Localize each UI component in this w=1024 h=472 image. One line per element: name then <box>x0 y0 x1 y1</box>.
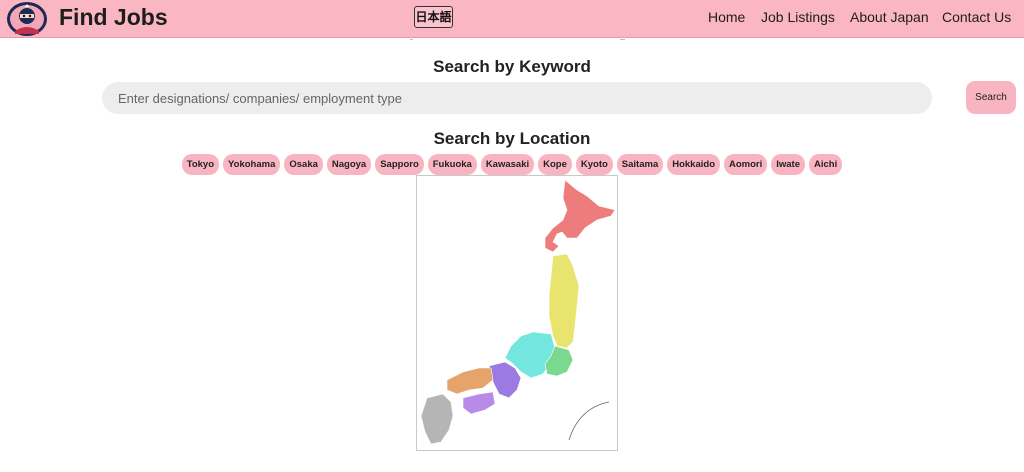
location-chip-iwate[interactable]: Iwate <box>771 154 806 175</box>
clipped-text-strip <box>0 39 1024 43</box>
okinawa-inset-arc <box>568 401 610 441</box>
location-chip-kawasaki[interactable]: Kawasaki <box>480 154 535 175</box>
location-chip-sapporo[interactable]: Sapporo <box>375 154 424 175</box>
location-chip-kyoto[interactable]: Kyoto <box>575 154 613 175</box>
location-chip-hokkaido[interactable]: Hokkaido <box>667 154 720 175</box>
location-chip-aomori[interactable]: Aomori <box>724 154 768 175</box>
location-chip-osaka[interactable]: Osaka <box>284 154 323 175</box>
location-chip-tokyo[interactable]: Tokyo <box>181 154 220 175</box>
japan-map[interactable] <box>416 175 618 451</box>
map-region-hokkaido[interactable] <box>544 179 616 253</box>
location-chip-kope[interactable]: Kope <box>538 154 572 175</box>
top-navbar: Find Jobs 日本語 Home Job Listings About Ja… <box>0 0 1024 38</box>
language-toggle-button[interactable]: 日本語 <box>414 6 453 28</box>
nav-job-listings-link[interactable]: Job Listings <box>761 9 835 25</box>
location-search-title: Search by Location <box>433 129 591 148</box>
nav-contact-us-link[interactable]: Contact Us <box>942 9 1011 25</box>
location-chip-fukuoka[interactable]: Fukuoka <box>427 154 477 175</box>
ninja-logo-icon[interactable] <box>6 1 48 37</box>
location-chip-saitama[interactable]: Saitama <box>616 154 664 175</box>
map-region-kyushu[interactable] <box>420 393 454 445</box>
site-title[interactable]: Find Jobs <box>59 4 168 31</box>
nav-home-link[interactable]: Home <box>708 9 745 25</box>
nav-about-japan-link[interactable]: About Japan <box>850 9 929 25</box>
location-chip-list: Tokyo Yokohama Osaka Nagoya Sapporo Fuku… <box>0 154 1024 175</box>
location-chip-yokohama[interactable]: Yokohama <box>223 154 281 175</box>
keyword-search-title: Search by Keyword <box>433 57 591 76</box>
japan-regions-map[interactable] <box>417 176 618 451</box>
location-chip-nagoya[interactable]: Nagoya <box>326 154 372 175</box>
map-region-shikoku[interactable] <box>462 391 496 415</box>
map-region-tohoku[interactable] <box>548 253 580 349</box>
location-chip-aichi[interactable]: Aichi <box>809 154 843 175</box>
map-region-chugoku[interactable] <box>446 367 494 395</box>
search-button[interactable]: Search <box>966 81 1016 114</box>
keyword-search-input[interactable] <box>102 82 932 114</box>
